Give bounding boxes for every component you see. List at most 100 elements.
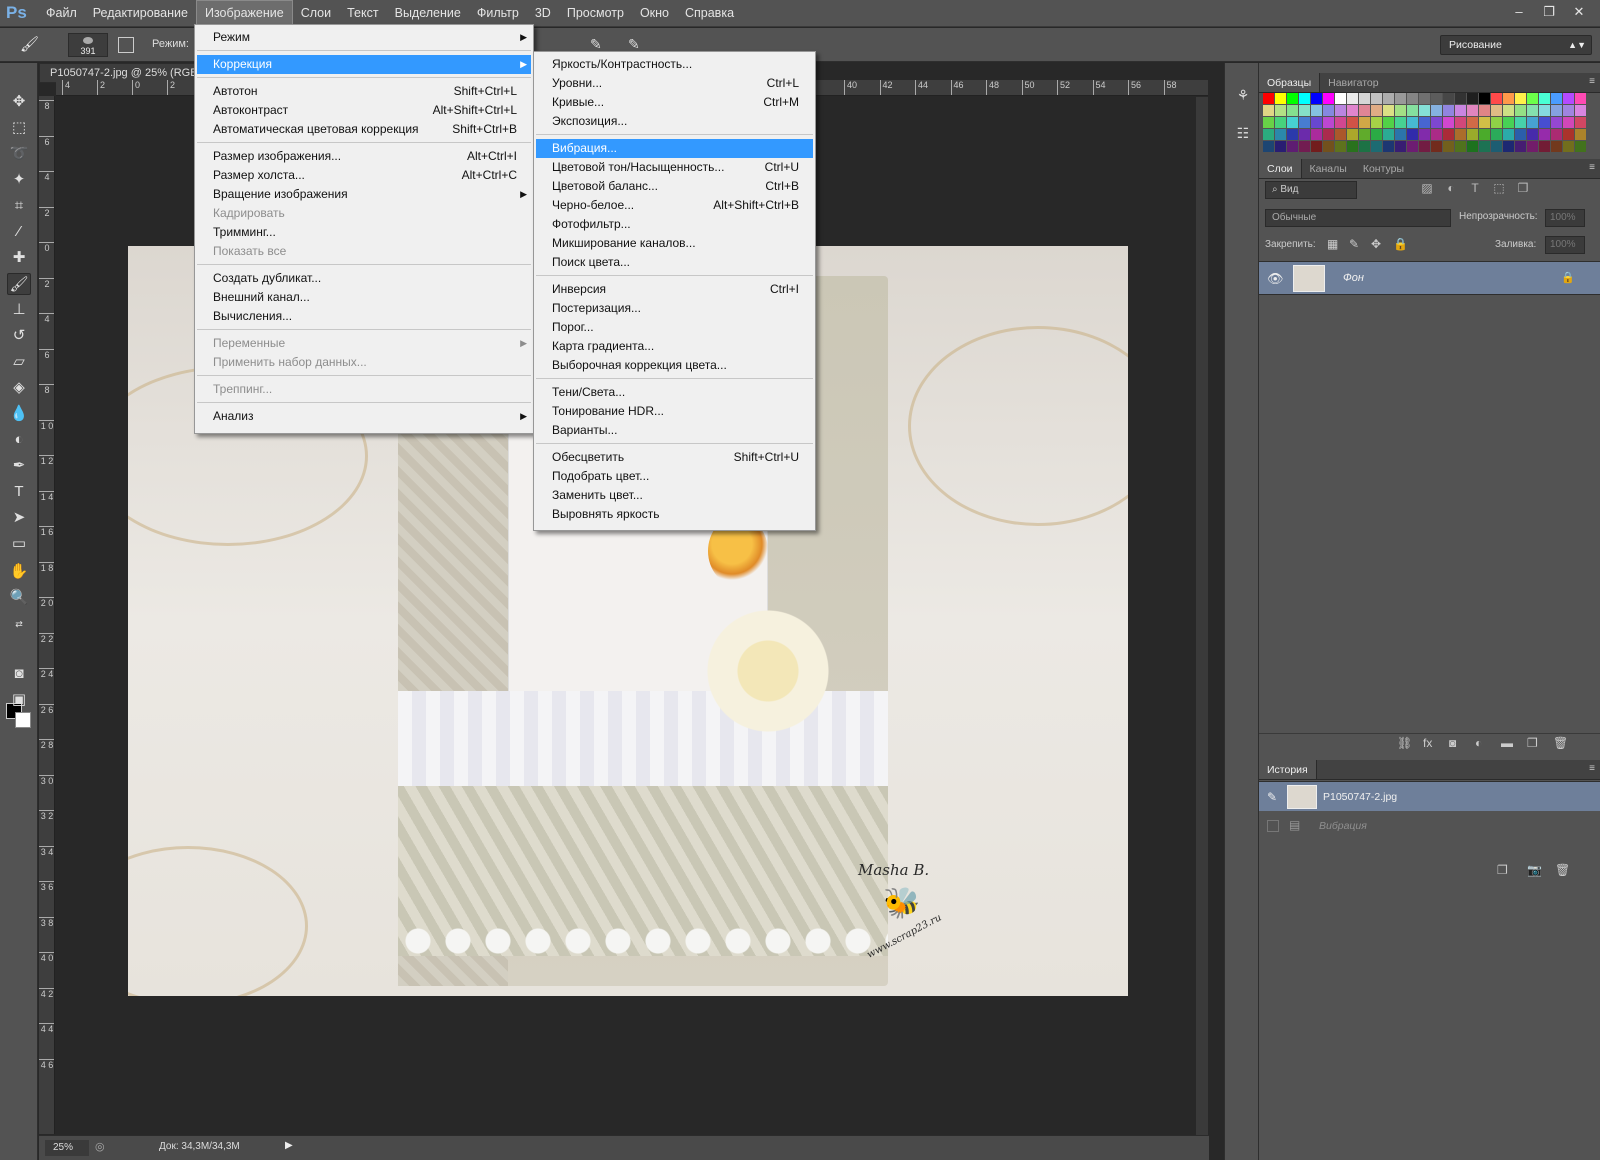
color-swatch[interactable] (1275, 141, 1286, 152)
color-swatch[interactable] (1431, 105, 1442, 116)
color-swatch[interactable] (1539, 141, 1550, 152)
eyedropper-tool-icon[interactable]: ⁄ (7, 221, 31, 243)
color-swatch[interactable] (1479, 93, 1490, 104)
color-swatch[interactable] (1479, 105, 1490, 116)
color-swatch[interactable] (1287, 93, 1298, 104)
color-swatch[interactable] (1551, 117, 1562, 128)
workspace-select[interactable]: Рисование ▲▼ (1440, 35, 1592, 55)
color-swatch[interactable] (1347, 141, 1358, 152)
color-swatch[interactable] (1575, 141, 1586, 152)
color-swatch[interactable] (1431, 129, 1442, 140)
image-menu-item[interactable]: Автоматическая цветовая коррекция Shift+C… (197, 120, 531, 139)
color-swatch[interactable] (1563, 141, 1574, 152)
color-swatch[interactable] (1467, 141, 1478, 152)
color-swatch[interactable] (1515, 117, 1526, 128)
color-swatch[interactable] (1383, 93, 1394, 104)
brush-presets-icon[interactable]: ⚘ (1233, 87, 1253, 107)
color-swatch[interactable] (1467, 93, 1478, 104)
color-swatch[interactable] (1443, 93, 1454, 104)
color-swatch[interactable] (1323, 117, 1334, 128)
menu-10[interactable]: Справка (677, 0, 742, 27)
color-swatch[interactable] (1323, 105, 1334, 116)
adjustments-menu-item[interactable]: Постеризация... (536, 299, 813, 318)
adjustments-menu-item[interactable]: Карта градиента... (536, 337, 813, 356)
color-swatch[interactable] (1491, 93, 1502, 104)
color-swatch[interactable] (1443, 141, 1454, 152)
color-swatch[interactable] (1287, 129, 1298, 140)
new-snapshot-icon[interactable]: 📷 (1527, 863, 1542, 877)
color-swatch[interactable] (1455, 93, 1466, 104)
status-menu-arrow-icon[interactable]: ▶ (285, 1140, 293, 1151)
menu-7[interactable]: 3D (527, 0, 559, 27)
color-swatch[interactable] (1515, 105, 1526, 116)
color-swatch[interactable] (1575, 117, 1586, 128)
color-swatch[interactable] (1347, 105, 1358, 116)
clone-source-icon[interactable]: ☷ (1233, 125, 1253, 145)
panel-menu-icon[interactable]: ≡ (1589, 763, 1595, 774)
adjustments-menu-item[interactable]: Подобрать цвет... (536, 467, 813, 486)
image-menu-item[interactable]: Автотон Shift+Ctrl+L (197, 82, 531, 101)
color-swatch[interactable] (1311, 105, 1322, 116)
color-swatch[interactable] (1467, 117, 1478, 128)
color-swatch[interactable] (1383, 141, 1394, 152)
new-document-from-state-icon[interactable]: ❐ (1497, 863, 1508, 877)
color-swatch[interactable] (1395, 117, 1406, 128)
lock-pixels-icon[interactable]: ▦ (1327, 237, 1338, 251)
color-swatch[interactable] (1551, 105, 1562, 116)
color-swatch[interactable] (1395, 93, 1406, 104)
new-layer-icon[interactable]: ❐ (1527, 736, 1538, 750)
adjustments-menu-item[interactable]: Варианты... (536, 421, 813, 440)
color-swatch[interactable] (1359, 93, 1370, 104)
color-swatch[interactable] (1503, 141, 1514, 152)
color-swatch[interactable] (1347, 93, 1358, 104)
color-swatch[interactable] (1359, 129, 1370, 140)
swap-colors-icon[interactable]: ⇄ (7, 613, 31, 635)
color-swatch[interactable] (1527, 117, 1538, 128)
color-swatch[interactable] (1479, 129, 1490, 140)
color-swatch[interactable] (1563, 117, 1574, 128)
opacity-input[interactable]: 100% (1545, 209, 1585, 227)
tab-history[interactable]: История (1259, 760, 1317, 779)
adjustments-menu-item[interactable]: Выборочная коррекция цвета... (536, 356, 813, 375)
color-swatch[interactable] (1359, 105, 1370, 116)
color-swatch[interactable] (1515, 93, 1526, 104)
history-step-row[interactable]: ▤ Вибрация (1259, 813, 1600, 839)
color-swatch[interactable] (1371, 93, 1382, 104)
eraser-tool-icon[interactable]: ▱ (7, 351, 31, 373)
color-swatch[interactable] (1263, 129, 1274, 140)
layer-row-background[interactable]: 👁 Фон 🔒 (1259, 261, 1600, 295)
tab-navigator[interactable]: Навигатор (1320, 73, 1386, 92)
color-swatch[interactable] (1491, 129, 1502, 140)
color-swatch[interactable] (1419, 117, 1430, 128)
panel-menu-icon[interactable]: ≡ (1589, 162, 1595, 173)
color-swatch[interactable] (1335, 105, 1346, 116)
image-menu-item[interactable]: Вращение изображения ▶ (197, 185, 531, 204)
image-menu-item[interactable]: Создать дубликат... (197, 269, 531, 288)
color-swatch[interactable] (1563, 93, 1574, 104)
color-swatch[interactable] (1407, 129, 1418, 140)
filter-shape-icon[interactable]: ⬚ (1491, 181, 1507, 197)
color-swatch[interactable] (1443, 105, 1454, 116)
filter-pixel-icon[interactable]: ▨ (1419, 181, 1435, 197)
adjustments-menu-item[interactable]: Цветовой тон/Насыщенность... Ctrl+U (536, 158, 813, 177)
brush-size-picker[interactable]: 391 (68, 33, 108, 57)
color-swatch[interactable] (1527, 141, 1538, 152)
crop-tool-icon[interactable]: ⌗ (7, 195, 31, 217)
lock-all-icon[interactable]: 🔒 (1393, 237, 1408, 251)
color-swatch[interactable] (1491, 105, 1502, 116)
color-swatch[interactable] (1419, 93, 1430, 104)
image-menu-item[interactable]: Размер изображения... Alt+Ctrl+I (197, 147, 531, 166)
color-swatch[interactable] (1539, 117, 1550, 128)
color-swatch[interactable] (1287, 141, 1298, 152)
color-swatch[interactable] (1299, 93, 1310, 104)
color-swatch[interactable] (1563, 105, 1574, 116)
layer-filter-select[interactable]: ⌕ Вид (1265, 181, 1357, 199)
path-selection-tool-icon[interactable]: ➤ (7, 507, 31, 529)
color-swatch[interactable] (1455, 105, 1466, 116)
swatches-grid[interactable] (1263, 93, 1586, 152)
color-swatch[interactable] (1491, 117, 1502, 128)
color-swatch[interactable] (1311, 129, 1322, 140)
adjustments-menu-item[interactable]: Инверсия Ctrl+I (536, 280, 813, 299)
color-swatch[interactable] (1299, 117, 1310, 128)
color-swatch[interactable] (1371, 105, 1382, 116)
